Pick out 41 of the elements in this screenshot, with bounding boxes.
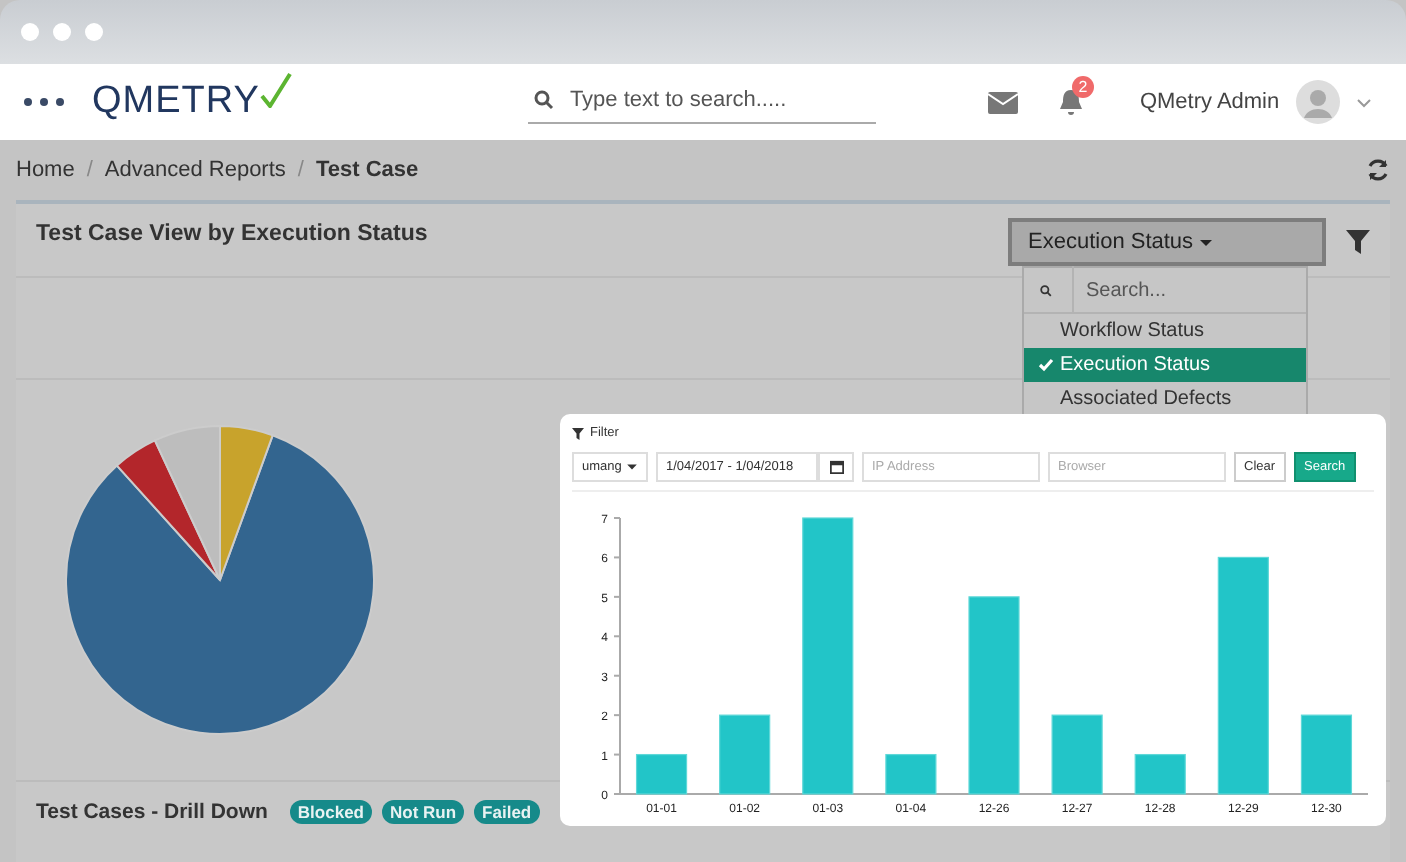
bar	[1300, 714, 1353, 795]
window-dots-icon	[20, 22, 108, 42]
check-logo-icon	[259, 72, 292, 108]
bar	[719, 714, 771, 795]
breadcrumb-separator: /	[297, 158, 304, 182]
status-tag[interactable]: Blocked	[289, 800, 372, 824]
search-icon	[1040, 281, 1052, 299]
search-field[interactable]: Type text to search.....	[569, 86, 860, 114]
breadcrumb-link[interactable]: Advanced Reports	[104, 158, 286, 182]
view-dropdown[interactable]: Execution Status	[1008, 218, 1326, 266]
status-tag[interactable]: Failed	[474, 800, 540, 824]
bar	[1051, 714, 1103, 795]
chevron-down-icon[interactable]	[1355, 97, 1372, 107]
logo: QMETRY	[92, 80, 260, 124]
refresh-icon[interactable]	[1366, 158, 1390, 182]
bar	[885, 753, 937, 795]
menu-item[interactable]: Execution Status	[1024, 348, 1306, 382]
bar	[635, 753, 688, 795]
section-title: Test Cases - Drill Down	[36, 800, 268, 824]
filter-icon	[572, 427, 584, 439]
menu-search-field[interactable]: Search...	[1072, 266, 1290, 314]
menu-item[interactable]: Workflow Status	[1024, 314, 1306, 348]
mail-icon[interactable]	[987, 91, 1018, 113]
bar	[1134, 753, 1186, 795]
user-name[interactable]: QMetry Admin	[1139, 90, 1280, 114]
caret-icon	[1199, 239, 1212, 246]
status-tag[interactable]: Not Run	[382, 800, 465, 824]
filter-icon[interactable]	[1346, 230, 1370, 254]
panel-title: Test Case View by Execution Status	[36, 222, 428, 246]
calendar-button[interactable]	[818, 452, 854, 482]
check-icon	[1038, 358, 1054, 372]
breadcrumb-current: Test Case	[315, 158, 419, 182]
search-icon	[533, 90, 554, 110]
menu-icon[interactable]	[24, 98, 64, 106]
notification-badge: 2	[1071, 76, 1094, 98]
calendar-icon	[829, 460, 843, 474]
menu-item[interactable]: Associated Defects	[1024, 382, 1306, 416]
bell-icon[interactable]	[1057, 88, 1084, 116]
breadcrumb-link[interactable]: Home	[16, 158, 75, 182]
caret-icon	[626, 464, 637, 470]
breadcrumb-separator: /	[86, 158, 93, 182]
